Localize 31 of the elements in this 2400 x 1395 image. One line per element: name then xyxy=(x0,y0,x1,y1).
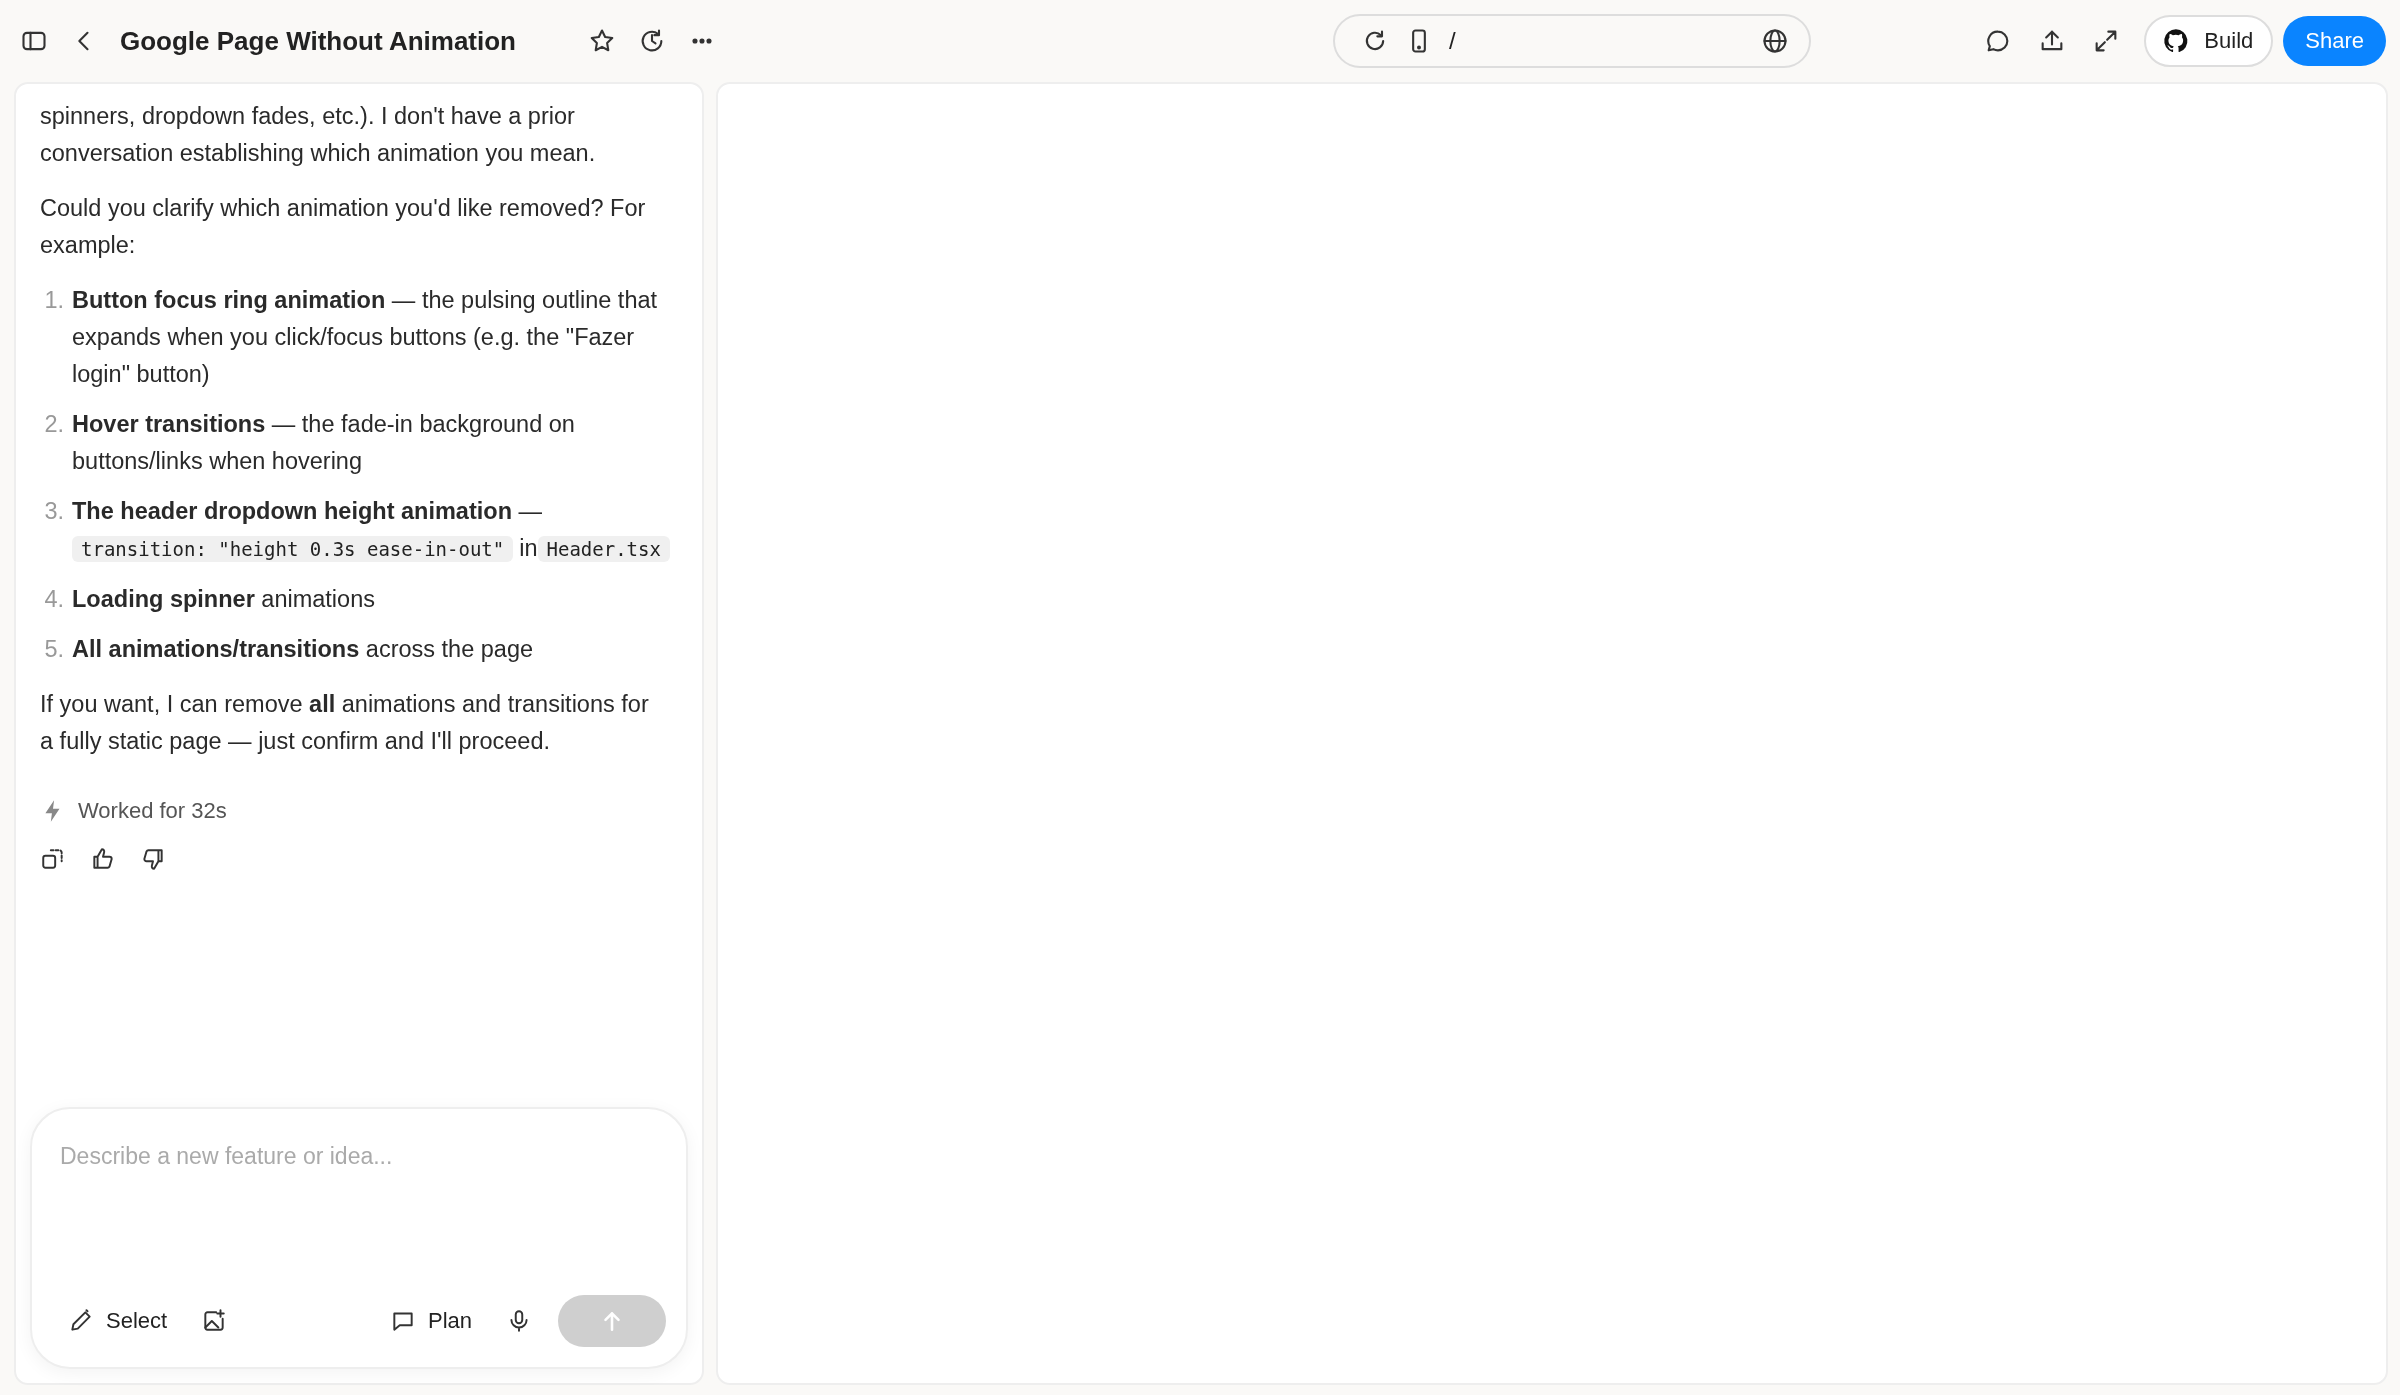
list-item-text: in xyxy=(519,535,538,561)
worked-duration: Worked for 32s xyxy=(78,798,227,824)
list-item-text: All animations/transitions across the page xyxy=(72,636,534,662)
thumbs-down-icon[interactable] xyxy=(140,846,166,872)
list-number: 1. xyxy=(43,286,64,315)
share-button[interactable]: Share xyxy=(2283,16,2386,66)
message-paragraph: spinners, dropdown fades, etc.). I don't have a prior conversation establishing which animation you mean. xyxy=(40,102,597,168)
select-button[interactable]: Select xyxy=(60,1308,176,1334)
globe-icon[interactable] xyxy=(1761,27,1789,55)
build-button[interactable]: Build xyxy=(2144,15,2274,67)
pencil-icon xyxy=(68,1308,94,1334)
thumbs-up-icon[interactable] xyxy=(90,846,116,872)
message-paragraph: Could you clarify which animation you'd like removed? For example: xyxy=(40,194,647,260)
list-item-text: Button focus ring animation — the pulsing outline that expands when you click/focus buttons (e.g. the "Fazer login" button) xyxy=(72,287,658,387)
address-bar[interactable]: / xyxy=(1333,14,1811,68)
add-image-icon[interactable] xyxy=(201,1308,228,1334)
list-item-text: The header dropdown height animation — xyxy=(72,498,542,524)
project-title: Google Page Without Animation xyxy=(120,25,516,57)
message-paragraph: If you want, I can remove all animations and transitions for a fully static page — just confirm and I'll proceed. xyxy=(40,690,650,756)
copy-icon[interactable] xyxy=(40,846,66,872)
list-number: 5. xyxy=(43,635,64,664)
list-item-text: Loading spinner animations xyxy=(72,586,375,612)
code-snippet: transition: "height 0.3s ease-in-out" xyxy=(72,536,514,562)
code-snippet: Header.tsx xyxy=(537,536,670,562)
list-number: 2. xyxy=(43,410,64,439)
list-number: 3. xyxy=(43,497,64,526)
prompt-field[interactable]: Describe a new feature or idea... Select Plan xyxy=(30,1107,688,1369)
list-item-text: Hover transitions — the fade-in background on buttons/links when hovering xyxy=(72,411,575,474)
address-path: / xyxy=(1449,27,1456,55)
list-number: 4. xyxy=(43,585,64,614)
plan-button[interactable]: Plan xyxy=(381,1308,480,1334)
